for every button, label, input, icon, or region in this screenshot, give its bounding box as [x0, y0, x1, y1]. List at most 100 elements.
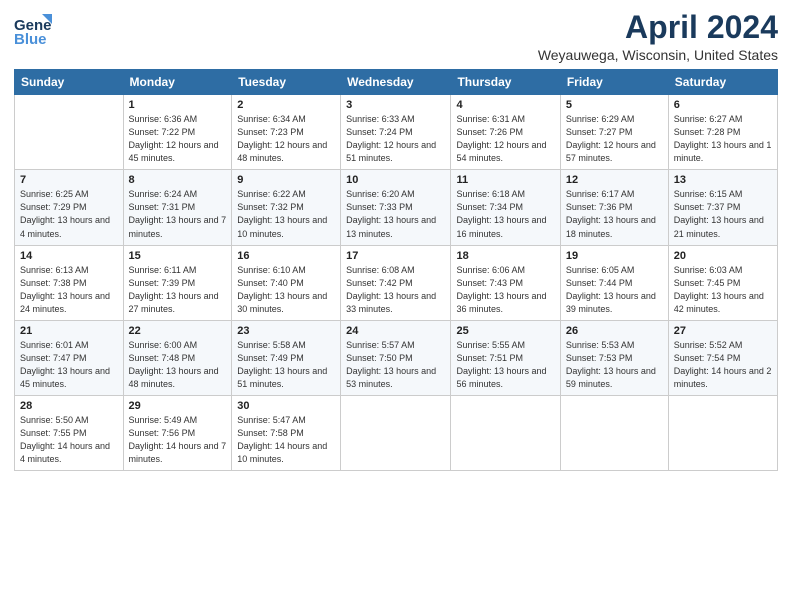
daylight-text: Daylight: 13 hours and 51 minutes.	[237, 366, 327, 389]
daylight-text: Daylight: 14 hours and 10 minutes.	[237, 441, 327, 464]
day-info: Sunrise: 6:10 AM Sunset: 7:40 PM Dayligh…	[237, 264, 335, 316]
day-number: 12	[566, 174, 663, 186]
day-info: Sunrise: 6:06 AM Sunset: 7:43 PM Dayligh…	[456, 264, 554, 316]
calendar-cell	[560, 395, 668, 470]
sunset-text: Sunset: 7:39 PM	[129, 278, 196, 288]
daylight-text: Daylight: 13 hours and 48 minutes.	[129, 366, 219, 389]
day-info: Sunrise: 6:00 AM Sunset: 7:48 PM Dayligh…	[129, 339, 227, 391]
day-number: 21	[20, 325, 118, 337]
day-info: Sunrise: 6:01 AM Sunset: 7:47 PM Dayligh…	[20, 339, 118, 391]
sunset-text: Sunset: 7:44 PM	[566, 278, 633, 288]
sunrise-text: Sunrise: 6:29 AM	[566, 114, 635, 124]
sunrise-text: Sunrise: 5:52 AM	[674, 340, 743, 350]
sunrise-text: Sunrise: 5:57 AM	[346, 340, 415, 350]
day-info: Sunrise: 6:18 AM Sunset: 7:34 PM Dayligh…	[456, 188, 554, 240]
day-number: 22	[129, 325, 227, 337]
calendar-cell: 23 Sunrise: 5:58 AM Sunset: 7:49 PM Dayl…	[232, 320, 341, 395]
day-number: 23	[237, 325, 335, 337]
calendar-cell: 5 Sunrise: 6:29 AM Sunset: 7:27 PM Dayli…	[560, 95, 668, 170]
day-info: Sunrise: 6:36 AM Sunset: 7:22 PM Dayligh…	[129, 113, 227, 165]
day-info: Sunrise: 6:22 AM Sunset: 7:32 PM Dayligh…	[237, 188, 335, 240]
sunset-text: Sunset: 7:55 PM	[20, 428, 87, 438]
day-info: Sunrise: 5:53 AM Sunset: 7:53 PM Dayligh…	[566, 339, 663, 391]
day-number: 1	[129, 99, 227, 111]
daylight-text: Daylight: 13 hours and 42 minutes.	[674, 291, 764, 314]
day-info: Sunrise: 6:05 AM Sunset: 7:44 PM Dayligh…	[566, 264, 663, 316]
sunset-text: Sunset: 7:38 PM	[20, 278, 87, 288]
calendar-week-row: 14 Sunrise: 6:13 AM Sunset: 7:38 PM Dayl…	[15, 245, 778, 320]
day-number: 7	[20, 174, 118, 186]
calendar-cell: 29 Sunrise: 5:49 AM Sunset: 7:56 PM Dayl…	[123, 395, 232, 470]
daylight-text: Daylight: 13 hours and 30 minutes.	[237, 291, 327, 314]
calendar-cell	[15, 95, 124, 170]
calendar-cell	[341, 395, 451, 470]
calendar-cell: 20 Sunrise: 6:03 AM Sunset: 7:45 PM Dayl…	[668, 245, 777, 320]
day-number: 2	[237, 99, 335, 111]
calendar-cell: 10 Sunrise: 6:20 AM Sunset: 7:33 PM Dayl…	[341, 170, 451, 245]
calendar-cell: 2 Sunrise: 6:34 AM Sunset: 7:23 PM Dayli…	[232, 95, 341, 170]
sunrise-text: Sunrise: 5:49 AM	[129, 415, 198, 425]
calendar-cell: 4 Sunrise: 6:31 AM Sunset: 7:26 PM Dayli…	[451, 95, 560, 170]
sunrise-text: Sunrise: 5:55 AM	[456, 340, 525, 350]
daylight-text: Daylight: 13 hours and 56 minutes.	[456, 366, 546, 389]
sunset-text: Sunset: 7:29 PM	[20, 202, 87, 212]
day-info: Sunrise: 5:52 AM Sunset: 7:54 PM Dayligh…	[674, 339, 772, 391]
daylight-text: Daylight: 12 hours and 51 minutes.	[346, 140, 436, 163]
daylight-text: Daylight: 13 hours and 16 minutes.	[456, 215, 546, 238]
title-block: April 2024 Weyauwega, Wisconsin, United …	[538, 10, 778, 63]
daylight-text: Daylight: 13 hours and 7 minutes.	[129, 215, 227, 238]
month-title: April 2024	[538, 10, 778, 45]
daylight-text: Daylight: 13 hours and 21 minutes.	[674, 215, 764, 238]
sunrise-text: Sunrise: 6:13 AM	[20, 265, 89, 275]
calendar-week-row: 21 Sunrise: 6:01 AM Sunset: 7:47 PM Dayl…	[15, 320, 778, 395]
day-number: 3	[346, 99, 445, 111]
calendar-cell: 21 Sunrise: 6:01 AM Sunset: 7:47 PM Dayl…	[15, 320, 124, 395]
day-number: 6	[674, 99, 772, 111]
daylight-text: Daylight: 13 hours and 13 minutes.	[346, 215, 436, 238]
day-info: Sunrise: 6:24 AM Sunset: 7:31 PM Dayligh…	[129, 188, 227, 240]
header: General Blue April 2024 Weyauwega, Wisco…	[14, 10, 778, 63]
day-number: 10	[346, 174, 445, 186]
sunrise-text: Sunrise: 6:24 AM	[129, 189, 198, 199]
sunset-text: Sunset: 7:27 PM	[566, 127, 633, 137]
sunset-text: Sunset: 7:31 PM	[129, 202, 196, 212]
daylight-text: Daylight: 12 hours and 48 minutes.	[237, 140, 327, 163]
sunrise-text: Sunrise: 5:53 AM	[566, 340, 635, 350]
calendar-cell: 22 Sunrise: 6:00 AM Sunset: 7:48 PM Dayl…	[123, 320, 232, 395]
sunrise-text: Sunrise: 6:34 AM	[237, 114, 306, 124]
sunset-text: Sunset: 7:58 PM	[237, 428, 304, 438]
calendar-cell	[451, 395, 560, 470]
logo: General Blue	[14, 10, 52, 53]
day-info: Sunrise: 5:58 AM Sunset: 7:49 PM Dayligh…	[237, 339, 335, 391]
sunrise-text: Sunrise: 6:01 AM	[20, 340, 89, 350]
sunset-text: Sunset: 7:24 PM	[346, 127, 413, 137]
day-number: 17	[346, 250, 445, 262]
daylight-text: Daylight: 13 hours and 10 minutes.	[237, 215, 327, 238]
day-info: Sunrise: 6:20 AM Sunset: 7:33 PM Dayligh…	[346, 188, 445, 240]
day-number: 16	[237, 250, 335, 262]
daylight-text: Daylight: 13 hours and 27 minutes.	[129, 291, 219, 314]
day-number: 13	[674, 174, 772, 186]
sunrise-text: Sunrise: 6:03 AM	[674, 265, 743, 275]
sunset-text: Sunset: 7:50 PM	[346, 353, 413, 363]
day-number: 11	[456, 174, 554, 186]
daylight-text: Daylight: 12 hours and 54 minutes.	[456, 140, 546, 163]
calendar-cell: 16 Sunrise: 6:10 AM Sunset: 7:40 PM Dayl…	[232, 245, 341, 320]
sunset-text: Sunset: 7:36 PM	[566, 202, 633, 212]
day-info: Sunrise: 6:31 AM Sunset: 7:26 PM Dayligh…	[456, 113, 554, 165]
calendar-cell: 12 Sunrise: 6:17 AM Sunset: 7:36 PM Dayl…	[560, 170, 668, 245]
sunrise-text: Sunrise: 6:20 AM	[346, 189, 415, 199]
day-number: 4	[456, 99, 554, 111]
day-number: 20	[674, 250, 772, 262]
day-info: Sunrise: 6:13 AM Sunset: 7:38 PM Dayligh…	[20, 264, 118, 316]
sunset-text: Sunset: 7:33 PM	[346, 202, 413, 212]
daylight-text: Daylight: 13 hours and 24 minutes.	[20, 291, 110, 314]
calendar-cell: 9 Sunrise: 6:22 AM Sunset: 7:32 PM Dayli…	[232, 170, 341, 245]
header-friday: Friday	[560, 70, 668, 95]
sunset-text: Sunset: 7:53 PM	[566, 353, 633, 363]
sunrise-text: Sunrise: 6:25 AM	[20, 189, 89, 199]
day-number: 18	[456, 250, 554, 262]
sunrise-text: Sunrise: 6:27 AM	[674, 114, 743, 124]
calendar-cell: 1 Sunrise: 6:36 AM Sunset: 7:22 PM Dayli…	[123, 95, 232, 170]
daylight-text: Daylight: 13 hours and 53 minutes.	[346, 366, 436, 389]
